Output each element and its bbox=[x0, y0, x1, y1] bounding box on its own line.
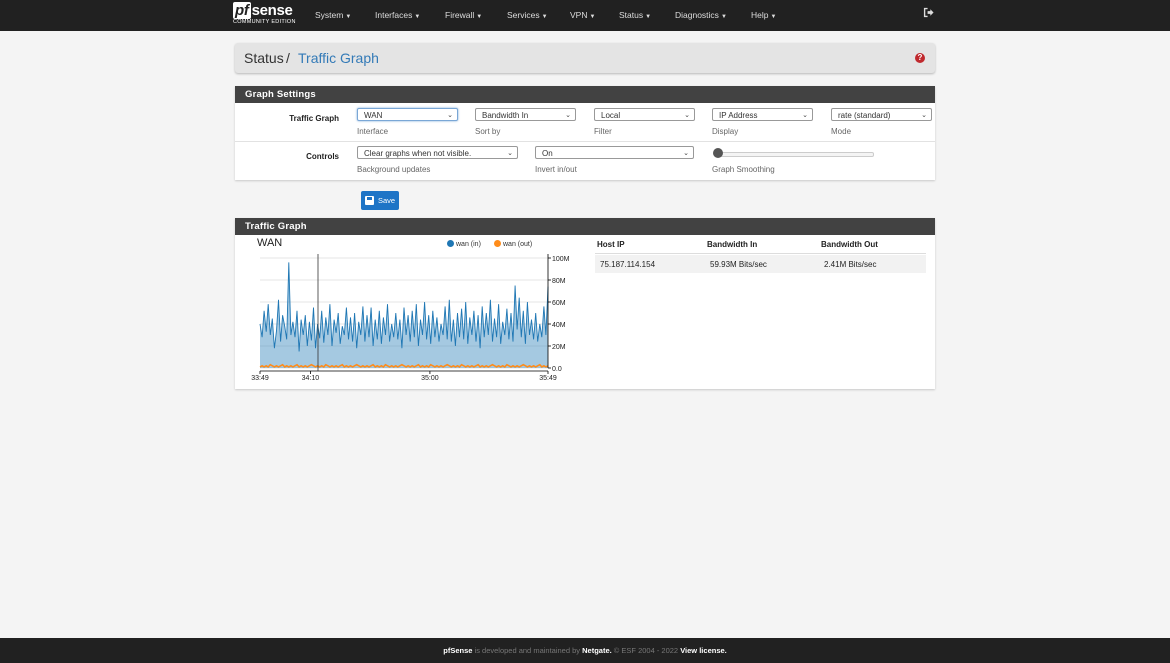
smoothing-slider-handle[interactable] bbox=[713, 148, 723, 158]
interface-select[interactable]: WAN ⌄ bbox=[357, 108, 458, 121]
caret-down-icon: ▼ bbox=[589, 14, 596, 20]
invert-help: Invert in/out bbox=[535, 165, 577, 174]
nav-vpn[interactable]: VPN ▼ bbox=[570, 0, 595, 31]
controls-label: Controls bbox=[306, 152, 339, 161]
background-updates-select[interactable]: Clear graphs when not visible. ⌄ bbox=[357, 146, 518, 159]
footer-netgate-link[interactable]: Netgate. bbox=[582, 646, 612, 655]
mode-select-value: rate (standard) bbox=[838, 111, 891, 120]
nav-firewall[interactable]: Firewall ▼ bbox=[445, 0, 482, 31]
chevron-down-icon: ⌄ bbox=[802, 112, 808, 119]
caret-down-icon: ▼ bbox=[720, 14, 727, 20]
nav-help[interactable]: Help ▼ bbox=[751, 0, 776, 31]
footer: pfSense is developed and maintained by N… bbox=[0, 638, 1170, 663]
footer-text-1: is developed and maintained by bbox=[472, 646, 583, 655]
display-select-value: IP Address bbox=[719, 111, 758, 120]
page-title[interactable]: Traffic Graph bbox=[298, 50, 379, 66]
caret-down-icon: ▼ bbox=[541, 14, 548, 20]
smoothing-slider-track[interactable] bbox=[719, 152, 874, 157]
mode-select[interactable]: rate (standard) ⌄ bbox=[831, 108, 932, 121]
header-bandwidth-in: Bandwidth In bbox=[707, 240, 758, 249]
header-bandwidth-out: Bandwidth Out bbox=[821, 240, 878, 249]
display-help: Display bbox=[712, 127, 739, 136]
cell-bandwidth-in: 59.93M Bits/sec bbox=[710, 260, 767, 269]
header-host-ip: Host IP bbox=[597, 240, 625, 249]
caret-down-icon: ▼ bbox=[414, 14, 421, 20]
help-icon[interactable]: ? bbox=[915, 53, 925, 63]
footer-text-2: © ESF 2004 - 2022 bbox=[611, 646, 681, 655]
mode-help: Mode bbox=[831, 127, 852, 136]
display-select[interactable]: IP Address ⌄ bbox=[712, 108, 813, 121]
cell-bandwidth-out: 2.41M Bits/sec bbox=[824, 260, 877, 269]
legend-dot-in bbox=[447, 240, 454, 247]
chevron-down-icon: ⌄ bbox=[684, 112, 690, 119]
nav-diagnostics-label: Diagnostics bbox=[675, 10, 719, 20]
logo-pf-text: pf bbox=[233, 2, 251, 19]
legend-wan-in[interactable]: wan (in) bbox=[447, 240, 481, 248]
graph-settings-heading: Graph Settings bbox=[235, 86, 935, 103]
pfsense-logo[interactable]: pf sense COMMUNITY EDITION bbox=[233, 2, 296, 26]
legend-wan-in-label: wan (in) bbox=[456, 241, 481, 248]
breadcrumb-separator: / bbox=[286, 50, 290, 66]
invert-select-value: On bbox=[542, 149, 553, 158]
nav-system[interactable]: System ▼ bbox=[315, 0, 351, 31]
nav-system-label: System bbox=[315, 10, 344, 20]
filter-select-value: Local bbox=[601, 111, 621, 120]
breadcrumb-status[interactable]: Status bbox=[244, 50, 284, 66]
caret-down-icon: ▼ bbox=[645, 14, 652, 20]
sort-by-select[interactable]: Bandwidth In ⌄ bbox=[475, 108, 576, 121]
nav-interfaces-label: Interfaces bbox=[375, 10, 413, 20]
caret-down-icon: ▼ bbox=[476, 14, 483, 20]
table-header-divider bbox=[595, 253, 926, 254]
save-button[interactable]: Save bbox=[361, 191, 399, 210]
footer-brand: pfSense bbox=[443, 646, 473, 655]
logo-edition: COMMUNITY EDITION bbox=[233, 19, 296, 25]
top-navbar: pf sense COMMUNITY EDITION System ▼ Interf… bbox=[0, 0, 1170, 31]
filter-select[interactable]: Local ⌄ bbox=[594, 108, 695, 121]
cell-host-ip: 75.187.114.154 bbox=[600, 260, 656, 269]
nav-help-label: Help bbox=[751, 10, 769, 20]
caret-down-icon: ▼ bbox=[770, 14, 777, 20]
nav-vpn-label: VPN bbox=[570, 10, 588, 20]
traffic-graph-heading: Traffic Graph bbox=[235, 218, 935, 235]
graph-title: WAN bbox=[257, 237, 283, 249]
breadcrumb: Status / Traffic Graph ? bbox=[235, 43, 935, 73]
nav-services[interactable]: Services ▼ bbox=[507, 0, 548, 31]
nav-status-label: Status bbox=[619, 10, 644, 20]
footer-license-link[interactable]: View license. bbox=[680, 646, 727, 655]
smoothing-help: Graph Smoothing bbox=[712, 165, 775, 174]
legend-wan-out[interactable]: wan (out) bbox=[494, 240, 532, 248]
save-button-label: Save bbox=[378, 196, 396, 205]
filter-help: Filter bbox=[594, 127, 612, 136]
logo-sense-text: sense bbox=[251, 2, 293, 19]
nav-firewall-label: Firewall bbox=[445, 10, 475, 20]
chevron-down-icon: ⌄ bbox=[507, 150, 513, 157]
save-icon bbox=[365, 196, 374, 205]
legend-dot-out bbox=[494, 240, 501, 247]
legend-wan-out-label: wan (out) bbox=[503, 241, 533, 248]
invert-select[interactable]: On ⌄ bbox=[535, 146, 694, 159]
interface-help: Interface bbox=[357, 127, 389, 136]
background-updates-help: Background updates bbox=[357, 165, 431, 174]
background-updates-select-value: Clear graphs when not visible. bbox=[364, 149, 472, 158]
interface-select-value: WAN bbox=[364, 111, 383, 120]
chevron-down-icon: ⌄ bbox=[683, 150, 689, 157]
nav-diagnostics[interactable]: Diagnostics ▼ bbox=[675, 0, 727, 31]
nav-status[interactable]: Status ▼ bbox=[619, 0, 651, 31]
nav-services-label: Services bbox=[507, 10, 540, 20]
sort-by-help: Sort by bbox=[475, 127, 501, 136]
chevron-down-icon: ⌄ bbox=[565, 112, 571, 119]
chevron-down-icon: ⌄ bbox=[447, 112, 453, 119]
traffic-graph-label: Traffic Graph bbox=[289, 114, 339, 123]
sort-by-select-value: Bandwidth In bbox=[482, 111, 529, 120]
chevron-down-icon: ⌄ bbox=[921, 112, 927, 119]
logout-icon[interactable] bbox=[923, 0, 934, 31]
row-divider bbox=[235, 141, 935, 142]
logout-icon-svg bbox=[923, 7, 934, 18]
caret-down-icon: ▼ bbox=[345, 14, 352, 20]
nav-interfaces[interactable]: Interfaces ▼ bbox=[375, 0, 420, 31]
graph-settings-panel: Graph Settings bbox=[235, 86, 935, 180]
